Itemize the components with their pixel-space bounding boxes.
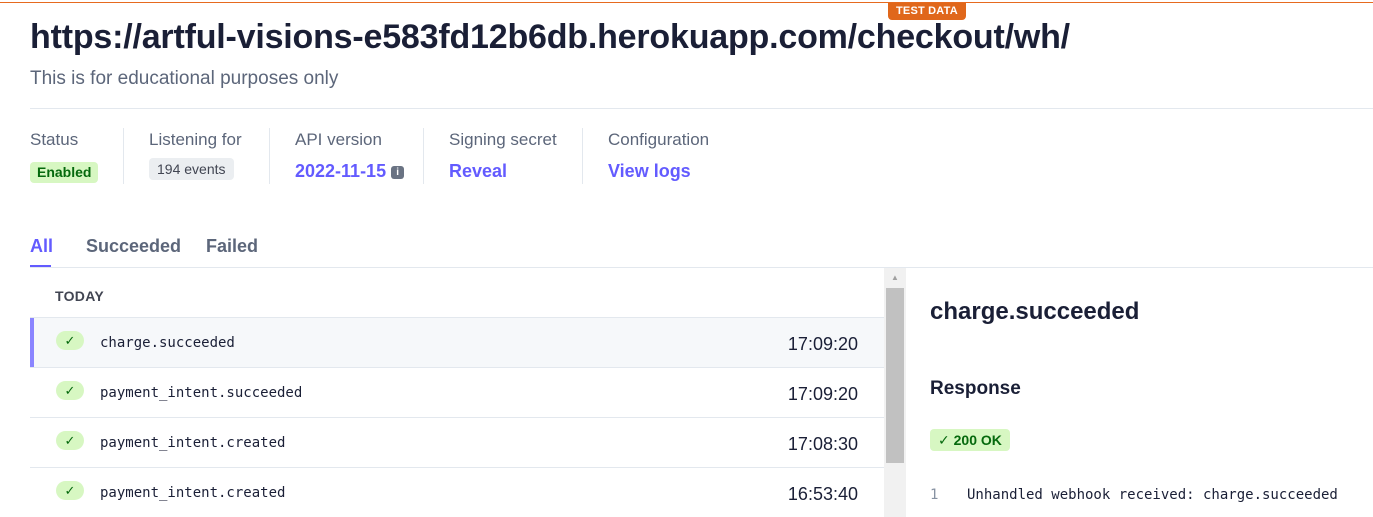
check-icon: ✓ [938,432,950,448]
response-status-badge: ✓ 200 OK [930,429,1010,451]
page-subtitle: This is for educational purposes only [30,68,339,89]
reveal-secret-link[interactable]: Reveal [449,161,507,182]
group-label-today: TODAY [55,288,104,304]
event-time: 17:08:30 [787,434,858,454]
meta-divider [582,128,583,184]
code-line-number: 1 [930,487,939,503]
signing-secret-meta: Signing secret Reveal [449,130,557,181]
info-icon[interactable]: i [391,166,405,179]
event-list: TODAY ✓ charge.succeeded 17:09:20 ✓ paym… [30,268,884,517]
event-time: 17:09:20 [787,334,858,354]
event-name: payment_intent.created [100,435,286,451]
response-body-line: Unhandled webhook received: charge.succe… [967,487,1338,503]
event-time: 16:53:40 [787,484,858,504]
event-row[interactable]: ✓ payment_intent.created 16:53:40 [30,467,884,517]
test-mode-line [0,2,1373,3]
signing-secret-label: Signing secret [449,130,557,149]
tab-all[interactable]: All [30,236,53,257]
event-row[interactable]: ✓ payment_intent.succeeded 17:09:20 [30,367,884,417]
event-row[interactable]: ✓ payment_intent.created 17:08:30 [30,417,884,467]
event-name: charge.succeeded [100,335,235,351]
scroll-up-arrow-icon[interactable]: ▲ [884,272,906,284]
events-count-badge[interactable]: 194 events [149,158,234,180]
view-logs-link[interactable]: View logs [608,161,691,182]
status-meta: Status Enabled [30,130,99,183]
configuration-label: Configuration [608,130,710,149]
event-name: payment_intent.succeeded [100,385,303,401]
scroll-thumb[interactable] [886,288,904,463]
api-version-label: API version [295,130,382,149]
event-detail-title: charge.succeeded [930,298,1140,325]
tab-failed[interactable]: Failed [206,236,258,257]
check-icon: ✓ [56,381,84,400]
meta-divider [269,128,270,184]
event-name: payment_intent.created [100,485,286,501]
event-row-selected[interactable]: ✓ charge.succeeded 17:09:20 [30,317,884,367]
api-version-link[interactable]: 2022-11-15 i [295,161,405,182]
api-version-value[interactable]: 2022-11-15 [295,161,386,181]
check-icon: ✓ [56,431,84,450]
check-icon: ✓ [56,481,84,500]
status-badge: Enabled [30,162,99,183]
event-time: 17:09:20 [787,384,858,404]
header-divider [30,108,1373,109]
response-status-text: 200 OK [953,432,1002,448]
meta-divider [123,128,124,184]
listening-meta: Listening for 194 events [149,130,242,180]
configuration-meta: Configuration View logs [608,130,710,181]
check-icon: ✓ [56,331,84,350]
event-list-scrollbar[interactable]: ▲ [884,268,906,517]
api-version-meta: API version 2022-11-15 i [295,130,405,181]
response-heading: Response [930,378,1021,399]
event-detail-panel: charge.succeeded Response ✓ 200 OK 1 Unh… [906,268,1373,517]
status-label: Status [30,130,79,149]
page-title: https://artful-visions-e583fd12b6db.hero… [30,18,1070,56]
tab-succeeded[interactable]: Succeeded [86,236,181,257]
meta-divider [423,128,424,184]
listening-label: Listening for [149,130,242,149]
